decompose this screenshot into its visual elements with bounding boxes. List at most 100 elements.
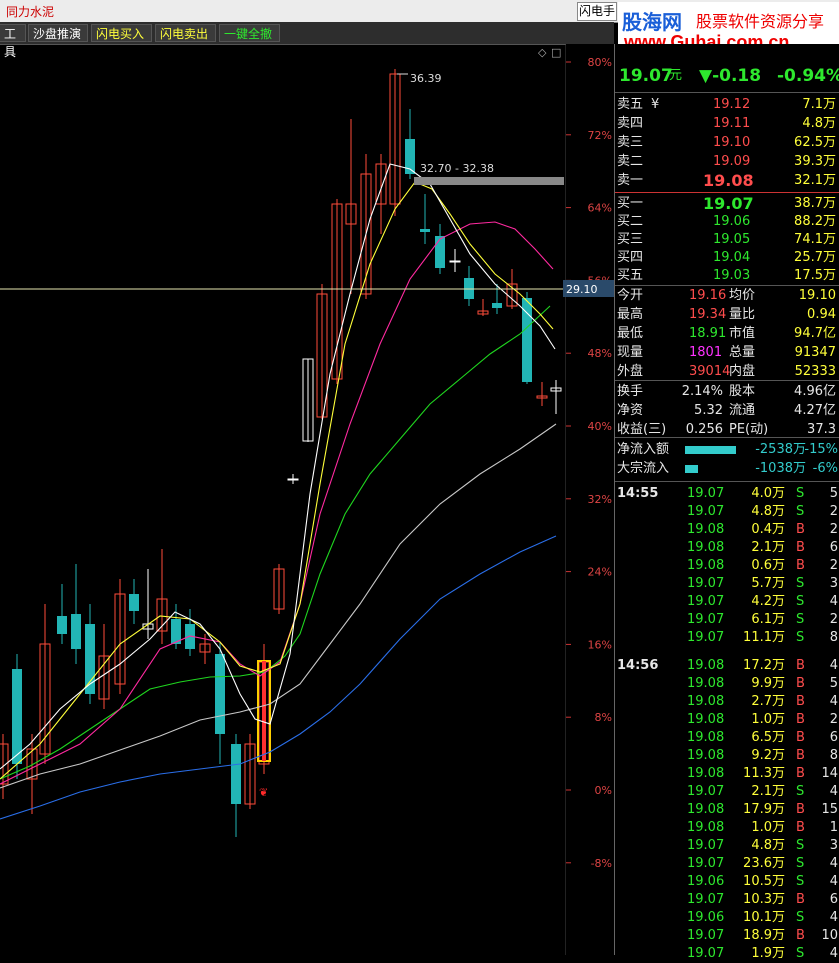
tick-side: B <box>796 540 805 555</box>
tools-button[interactable]: 工具 <box>0 24 26 59</box>
tick-price: 19.08 <box>687 522 725 537</box>
flash-trade-tab[interactable]: 闪电手 <box>577 2 617 21</box>
tick-price: 19.08 <box>687 766 725 781</box>
tick-row: 19.08 2.7万 B 4 <box>615 693 839 711</box>
ask-row[interactable]: 卖一 19.08 32.1万 <box>615 172 839 190</box>
ask-volume: 4.8万 <box>802 116 836 131</box>
tick-price: 19.06 <box>687 874 725 889</box>
candle-body <box>129 594 139 611</box>
ask-row[interactable]: 卖二 19.09 39.3万 <box>615 153 839 171</box>
tick-volume: 0.4万 <box>751 522 785 537</box>
flash-sell-button[interactable]: 闪电卖出 <box>155 24 216 42</box>
tick-row: 19.06 10.1万 S 4 <box>615 909 839 927</box>
stat-value: 4.96亿 <box>794 384 836 399</box>
book-divider <box>615 192 839 193</box>
tick-price: 19.07 <box>687 612 725 627</box>
stat-row: 最低 18.91 市值 94.7亿 <box>615 325 839 343</box>
bid-row[interactable]: 买二 19.06 88.2万 <box>615 213 839 231</box>
tick-price: 19.07 <box>687 928 725 943</box>
bid-price: 19.03 <box>713 268 751 283</box>
axis-tick-label: 64% <box>588 202 612 215</box>
tick-price: 19.08 <box>687 658 725 673</box>
tick-volume: 11.1万 <box>743 630 785 645</box>
ask-row[interactable]: 卖四 19.11 4.8万 <box>615 115 839 133</box>
flow-pct: -6% <box>812 461 838 476</box>
tick-price: 19.08 <box>687 730 725 745</box>
price-change-pct: -0.94% <box>777 66 839 86</box>
tick-count: 4 <box>829 856 838 871</box>
candle-body <box>231 744 241 804</box>
tick-side: B <box>796 676 805 691</box>
tick-side: B <box>796 928 805 943</box>
bid-row[interactable]: 买三 19.05 74.1万 <box>615 231 839 249</box>
tick-count: 2 <box>829 712 838 727</box>
tick-volume: 17.9万 <box>743 802 785 817</box>
tick-price: 19.08 <box>687 558 725 573</box>
stat-value: 18.91 <box>689 326 727 341</box>
tick-volume: 2.1万 <box>751 784 785 799</box>
square-icon: □ <box>551 46 561 59</box>
stat-row: 外盘 39014 内盘 52333 <box>615 363 839 381</box>
bid-row[interactable]: 买五 19.03 17.5万 <box>615 267 839 285</box>
stat-label: 股本 <box>729 384 756 399</box>
quote-panel: 19.07 元 ▼-0.18 -0.94% 卖五 ¥19.12 7.1万 卖四 19.1… <box>614 44 839 961</box>
tick-row: 19.08 9.2万 B 8 <box>615 747 839 765</box>
price-change: ▼-0.18 <box>699 66 762 86</box>
tick-count: 4 <box>829 874 838 889</box>
flow-bar <box>685 465 698 473</box>
candlestick-chart[interactable]: ❦ 112%104%96%88%80%72%64%56%48%40%32%24%… <box>0 44 614 955</box>
chart-svg: ❦ 112%104%96%88%80%72%64%56%48%40%32%24%… <box>0 44 614 955</box>
tick-row: 19.08 6.5万 B 6 <box>615 729 839 747</box>
tick-row: 19.08 0.4万 B 2 <box>615 521 839 539</box>
tick-count: 6 <box>829 892 838 907</box>
candle-body <box>57 616 67 634</box>
axis-tick-label: 72% <box>588 129 612 142</box>
tick-side: S <box>796 612 805 627</box>
tick-count: 2 <box>829 558 838 573</box>
bid-row[interactable]: 买一 19.07 38.7万 <box>615 195 839 213</box>
candle-body <box>215 654 225 734</box>
tick-count: 4 <box>829 784 838 799</box>
axis-tick-label: 8% <box>595 711 612 724</box>
flow-label: 净流入额 <box>617 442 670 457</box>
ask-label: 卖四 <box>617 116 644 131</box>
tick-price: 19.08 <box>687 676 725 691</box>
stat-value: 94.7亿 <box>794 326 836 341</box>
tick-volume: 18.9万 <box>743 928 785 943</box>
bid-volume: 17.5万 <box>794 268 836 283</box>
bid-row[interactable]: 买四 19.04 25.7万 <box>615 249 839 267</box>
tick-price: 19.07 <box>687 784 725 799</box>
ask-row[interactable]: 卖五 ¥19.12 7.1万 <box>615 96 839 114</box>
tick-price: 19.07 <box>687 892 725 907</box>
tick-row: 19.07 10.3万 B 6 <box>615 891 839 909</box>
stat-value: 91347 <box>794 345 836 360</box>
cancel-all-button[interactable]: 一键全撤 <box>219 24 280 42</box>
stat-value: 5.32 <box>694 403 723 418</box>
tick-side: S <box>796 838 805 853</box>
tick-row: 19.07 18.9万 B 10 <box>615 927 839 945</box>
sandbox-button[interactable]: 沙盘推演 <box>28 24 88 42</box>
tick-side: B <box>796 658 805 673</box>
stat-label: 最低 <box>617 326 644 341</box>
tick-row: 19.08 1.0万 B 2 <box>615 711 839 729</box>
flash-buy-button[interactable]: 闪电买入 <box>91 24 152 42</box>
tick-row: 19.08 17.9万 B 15 <box>615 801 839 819</box>
flow-row: 净流入额 -2538万 -15% <box>615 441 839 459</box>
tick-volume: 4.0万 <box>751 486 785 501</box>
tick-side: S <box>796 576 805 591</box>
tick-row: 19.08 0.6万 B 2 <box>615 557 839 575</box>
tick-count: 14 <box>821 766 838 781</box>
tick-volume: 5.7万 <box>751 576 785 591</box>
tick-side: B <box>796 820 805 835</box>
ask-row[interactable]: 卖三 19.10 62.5万 <box>615 134 839 152</box>
gap-zone <box>414 177 564 185</box>
tick-volume: 9.2万 <box>751 748 785 763</box>
tick-price: 19.07 <box>687 504 725 519</box>
stat-value: 0.94 <box>807 307 836 322</box>
candle-body <box>449 260 461 263</box>
bid-label: 买三 <box>617 232 644 247</box>
tick-price: 19.07 <box>687 946 725 961</box>
tick-volume: 4.2万 <box>751 594 785 609</box>
tick-volume: 1.0万 <box>751 712 785 727</box>
ask-label: 卖一 <box>617 173 644 188</box>
